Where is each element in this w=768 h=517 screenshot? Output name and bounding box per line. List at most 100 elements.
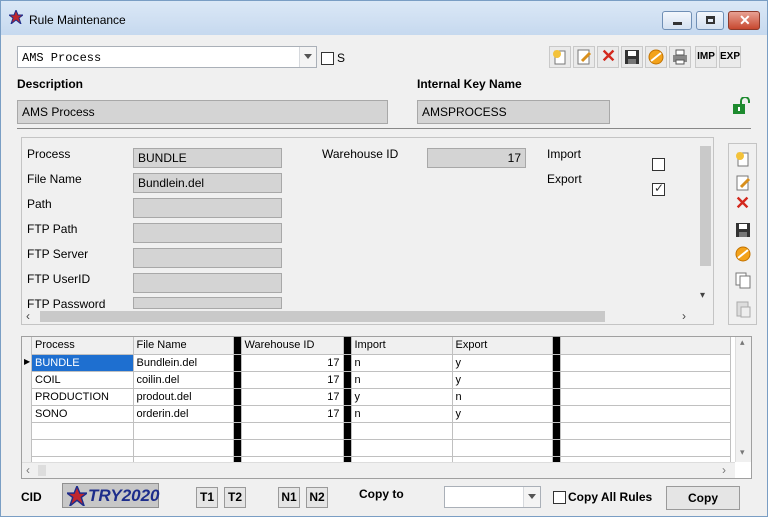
n1-button[interactable]: N1 xyxy=(278,487,300,508)
column-header[interactable]: Import xyxy=(351,337,453,355)
table-cell[interactable]: Bundlein.del xyxy=(133,354,234,372)
chevron-down-icon[interactable] xyxy=(523,487,540,507)
table-cell[interactable]: COIL xyxy=(32,371,134,389)
table-cell[interactable]: BUNDLE xyxy=(32,354,134,372)
file-name-field[interactable]: Bundlein.del xyxy=(133,173,282,193)
table-cell[interactable]: SONO xyxy=(32,405,134,423)
side-cancel-button[interactable] xyxy=(733,244,753,267)
minimize-button[interactable] xyxy=(662,11,692,30)
description-field[interactable]: AMS Process xyxy=(17,100,388,124)
table-row[interactable]: SONO orderin.del 17 n y xyxy=(32,405,731,423)
path-field[interactable] xyxy=(133,198,282,218)
internal-key-field[interactable]: AMSPROCESS xyxy=(417,100,610,124)
ftp-password-field[interactable] xyxy=(133,297,282,309)
column-separator xyxy=(233,354,242,372)
unlock-icon[interactable] xyxy=(731,97,751,115)
new-button[interactable] xyxy=(549,46,571,68)
import-button[interactable]: IMP xyxy=(695,46,717,68)
save-button[interactable] xyxy=(621,46,643,68)
table-cell[interactable]: 17 xyxy=(241,354,344,372)
scroll-thumb[interactable] xyxy=(38,465,46,476)
ftp-userid-field[interactable] xyxy=(133,273,282,293)
export-label: Export xyxy=(547,172,582,186)
side-new-button[interactable] xyxy=(733,149,753,172)
table-cell[interactable]: n xyxy=(452,388,553,406)
table-cell[interactable]: y xyxy=(452,371,553,389)
column-separator xyxy=(552,354,561,372)
table-row[interactable] xyxy=(32,439,731,457)
table-cell[interactable]: y xyxy=(452,405,553,423)
s-checkbox[interactable] xyxy=(321,52,334,65)
table-cell[interactable]: prodout.del xyxy=(133,388,234,406)
chevron-left-icon[interactable]: ‹ xyxy=(26,463,30,477)
row-selector-column: ▶ xyxy=(22,337,32,478)
table-cell[interactable] xyxy=(560,371,731,389)
table-cell[interactable]: n xyxy=(351,371,453,389)
cancel-icon xyxy=(735,246,751,262)
table-cell[interactable]: orderin.del xyxy=(133,405,234,423)
copy-to-combo[interactable] xyxy=(444,486,541,508)
table-cell[interactable]: y xyxy=(452,354,553,372)
t1-button[interactable]: T1 xyxy=(196,487,218,508)
column-header[interactable]: File Name xyxy=(133,337,234,355)
table-cell[interactable]: coilin.del xyxy=(133,371,234,389)
ftp-path-field[interactable] xyxy=(133,223,282,243)
grid-vertical-scrollbar[interactable]: ▴ ▾ xyxy=(735,337,751,462)
table-cell[interactable] xyxy=(560,388,731,406)
chevron-up-icon[interactable]: ▴ xyxy=(740,337,745,348)
table-cell[interactable]: PRODUCTION xyxy=(32,388,134,406)
table-cell[interactable] xyxy=(560,354,731,372)
print-button[interactable] xyxy=(669,46,691,68)
copy-all-rules-checkbox[interactable] xyxy=(553,491,566,504)
rules-table: Process File Name Warehouse ID Import Ex… xyxy=(32,337,731,474)
scroll-thumb[interactable] xyxy=(40,311,605,322)
process-combo[interactable]: AMS Process xyxy=(17,46,317,68)
table-cell[interactable] xyxy=(560,405,731,423)
delete-button[interactable]: ✕ xyxy=(597,46,619,68)
table-row[interactable]: BUNDLE Bundlein.del 17 n y xyxy=(32,354,731,372)
export-checkbox[interactable] xyxy=(652,181,665,196)
ftp-server-field[interactable] xyxy=(133,248,282,268)
maximize-button[interactable] xyxy=(696,11,724,30)
side-paste-button[interactable] xyxy=(733,299,753,322)
t2-button[interactable]: T2 xyxy=(224,487,246,508)
side-copy-button[interactable] xyxy=(733,270,753,293)
chevron-down-icon[interactable]: ▾ xyxy=(740,447,745,458)
copy-button[interactable]: Copy xyxy=(666,486,740,510)
table-row[interactable]: PRODUCTION prodout.del 17 y n xyxy=(32,388,731,406)
cancel-button[interactable] xyxy=(645,46,667,68)
table-cell[interactable]: 17 xyxy=(241,405,344,423)
table-row[interactable]: COIL coilin.del 17 n y xyxy=(32,371,731,389)
table-row[interactable] xyxy=(32,422,731,440)
chevron-right-icon[interactable]: › xyxy=(682,309,686,323)
column-header[interactable]: Warehouse ID xyxy=(241,337,344,355)
table-cell[interactable]: y xyxy=(351,388,453,406)
chevron-right-icon[interactable]: › xyxy=(722,463,726,477)
chevron-down-icon[interactable] xyxy=(299,47,316,67)
table-cell[interactable]: n xyxy=(351,405,453,423)
column-header[interactable]: Export xyxy=(452,337,553,355)
column-header[interactable]: Process xyxy=(32,337,134,355)
warehouse-id-field[interactable]: 17 xyxy=(427,148,526,168)
scroll-thumb[interactable] xyxy=(700,146,711,266)
chevron-left-icon[interactable]: ‹ xyxy=(26,309,30,323)
side-delete-button[interactable]: ✕ xyxy=(735,193,750,214)
table-cell[interactable]: 17 xyxy=(241,388,344,406)
delete-icon: ✕ xyxy=(601,46,617,66)
side-save-button[interactable] xyxy=(733,220,753,243)
try2020-text: TRY2020 xyxy=(88,486,160,505)
chevron-down-icon[interactable]: ▾ xyxy=(700,290,705,301)
grid-horizontal-scrollbar[interactable]: ‹ › xyxy=(22,462,735,478)
table-cell[interactable]: 17 xyxy=(241,371,344,389)
form-horizontal-scrollbar[interactable]: ‹ › xyxy=(22,309,698,324)
form-vertical-scrollbar[interactable]: ▾ xyxy=(698,138,713,308)
process-field[interactable]: BUNDLE xyxy=(133,148,282,168)
try2020-logo[interactable]: TRY2020 xyxy=(62,483,160,508)
table-cell[interactable]: n xyxy=(351,354,453,372)
edit-button[interactable] xyxy=(573,46,595,68)
warehouse-id-label: Warehouse ID xyxy=(322,147,399,161)
close-button[interactable]: ✕ xyxy=(728,11,760,30)
export-button[interactable]: EXP xyxy=(719,46,741,68)
n2-button[interactable]: N2 xyxy=(306,487,328,508)
import-checkbox[interactable] xyxy=(652,158,665,171)
